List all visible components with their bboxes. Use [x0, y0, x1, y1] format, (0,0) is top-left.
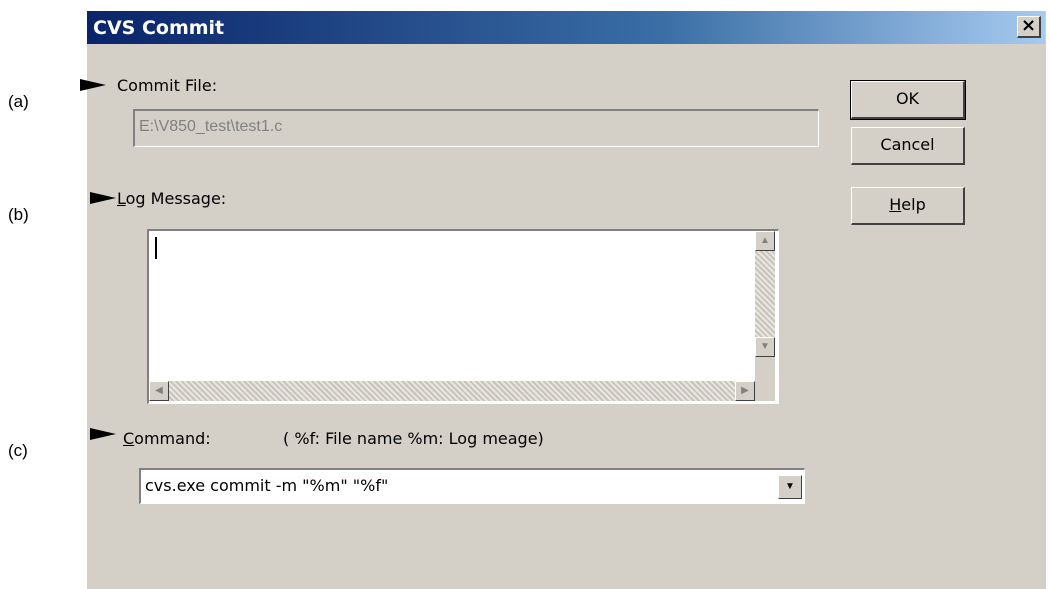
- help-button[interactable]: Help: [851, 187, 965, 225]
- close-button[interactable]: ×: [1017, 16, 1041, 38]
- ok-button[interactable]: OK: [850, 80, 966, 120]
- command-label: Command:: [123, 429, 211, 448]
- arrow-down-icon: ▼: [760, 341, 770, 352]
- annotation-b: (b): [8, 205, 29, 224]
- annotation-a-arrow: [80, 79, 106, 91]
- scroll-up-button[interactable]: ▲: [755, 231, 775, 251]
- scroll-down-button[interactable]: ▼: [755, 337, 775, 357]
- log-message-textarea[interactable]: ▲ ▼ ◀ ▶: [147, 229, 779, 404]
- command-hint: ( %f: File name %m: Log meage): [283, 429, 544, 448]
- text-caret: [155, 237, 157, 259]
- chevron-down-icon: ▼: [785, 481, 795, 492]
- command-value: cvs.exe commit -m "%m" "%f": [145, 476, 389, 495]
- annotation-c: (c): [8, 441, 28, 460]
- annotation-c-arrow: [90, 428, 116, 440]
- commit-file-field: E:\V850_test\test1.c: [133, 109, 819, 147]
- cancel-button[interactable]: Cancel: [851, 127, 965, 165]
- close-icon: ×: [1020, 15, 1037, 36]
- annotation-a: (a): [8, 92, 29, 111]
- command-combobox[interactable]: cvs.exe commit -m "%m" "%f" ▼: [139, 468, 805, 504]
- size-grip: [755, 357, 775, 401]
- arrow-left-icon: ◀: [155, 385, 163, 396]
- arrow-up-icon: ▲: [760, 235, 770, 246]
- commit-file-value: E:\V850_test\test1.c: [139, 118, 283, 135]
- scroll-left-button[interactable]: ◀: [149, 381, 169, 401]
- annotation-b-arrow: [90, 192, 116, 204]
- window-title: CVS Commit: [93, 17, 225, 39]
- log-message-label: Log Message:: [117, 189, 227, 208]
- arrow-right-icon: ▶: [741, 385, 749, 396]
- command-dropdown-button[interactable]: ▼: [778, 475, 802, 499]
- title-bar[interactable]: CVS Commit ×: [87, 11, 1045, 44]
- cvs-commit-dialog: CVS Commit × Commit File: E:\V850_test\t…: [86, 10, 1046, 589]
- horizontal-scroll-track[interactable]: [169, 381, 735, 401]
- commit-file-label: Commit File:: [117, 76, 218, 95]
- scroll-right-button[interactable]: ▶: [735, 381, 755, 401]
